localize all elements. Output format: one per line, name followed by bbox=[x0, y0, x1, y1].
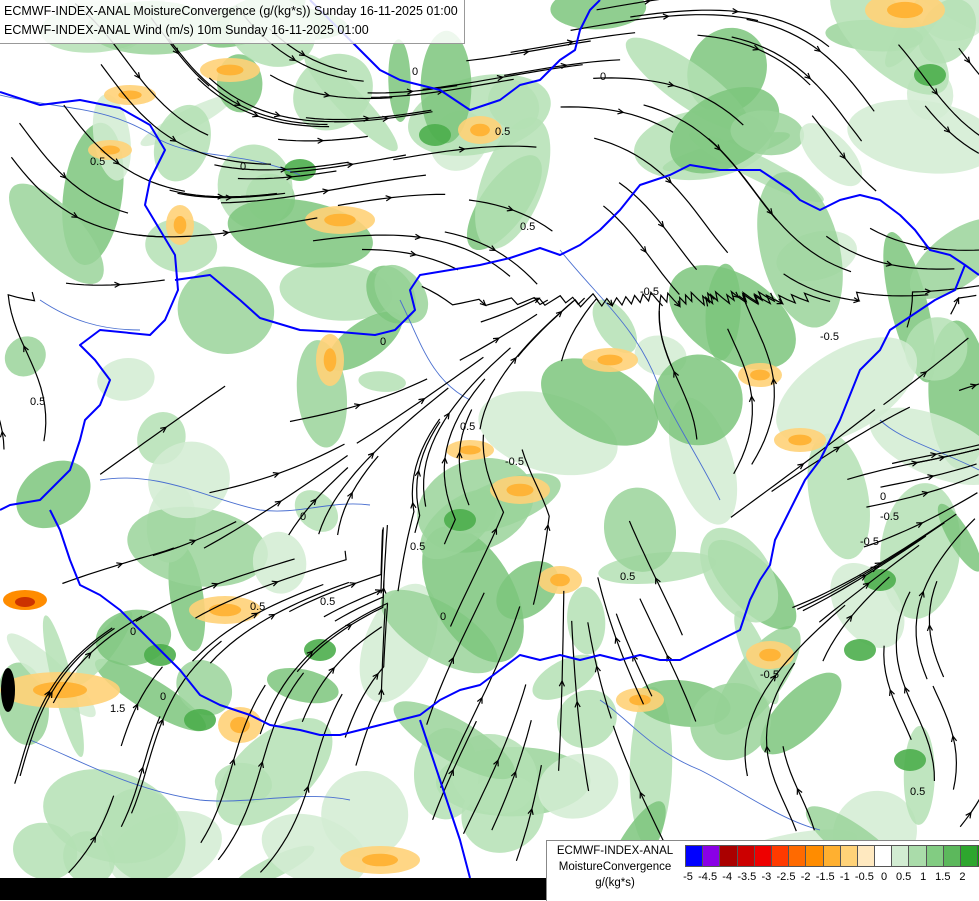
convergence-peak bbox=[864, 569, 896, 591]
divergence-core bbox=[174, 216, 187, 234]
convergence-peak bbox=[184, 709, 216, 731]
convergence-peak bbox=[419, 124, 451, 146]
legend-swatch bbox=[960, 845, 978, 867]
legend-swatch bbox=[737, 845, 755, 867]
legend-swatch bbox=[857, 845, 875, 867]
contour-value-label: 0.5 bbox=[495, 126, 510, 138]
legend-swatches bbox=[685, 845, 979, 867]
contour-value-label: 0.5 bbox=[520, 221, 535, 233]
title-moisture: ECMWF-INDEX-ANAL MoistureConvergence (g/… bbox=[4, 2, 458, 21]
map-canvas[interactable]: 0 0.5 -0.5 1.5 0.5 0 -0.5 0.5 0 0.5 -0.5 0 0.5 0 -0.5 0… bbox=[0, 0, 979, 900]
contour-value-label: 0.5 bbox=[910, 786, 925, 798]
divergence-core bbox=[597, 355, 622, 366]
legend-tick: 2 bbox=[959, 871, 965, 883]
contour-value-label: 0.5 bbox=[90, 156, 105, 168]
legend-tick: -4.5 bbox=[698, 871, 717, 883]
legend-tick: -1.5 bbox=[816, 871, 835, 883]
legend-tick: 0 bbox=[881, 871, 887, 883]
convergence-peak bbox=[144, 644, 176, 666]
legend-swatch bbox=[823, 845, 841, 867]
legend-tick: 1 bbox=[920, 871, 926, 883]
legend-swatch bbox=[754, 845, 772, 867]
divergence-core bbox=[887, 2, 923, 18]
legend-swatch bbox=[685, 845, 703, 867]
contour-value-label: 0 bbox=[300, 511, 306, 523]
divergence-core bbox=[507, 484, 534, 497]
contour-value-label: 0 bbox=[412, 66, 418, 78]
legend-source: ECMWF-INDEX-ANAL bbox=[547, 843, 683, 859]
legend-swatch bbox=[926, 845, 944, 867]
divergence-core bbox=[788, 435, 811, 446]
convergence-peak bbox=[444, 509, 476, 531]
divergence-peak-core bbox=[15, 597, 35, 607]
convergence-peak bbox=[844, 639, 876, 661]
divergence-core bbox=[362, 854, 398, 867]
contour-value-label: 0.5 bbox=[460, 421, 475, 433]
contour-value-label: 0 bbox=[240, 161, 246, 173]
divergence-core bbox=[459, 446, 481, 455]
legend-tick: -2 bbox=[801, 871, 811, 883]
divergence-core bbox=[209, 604, 241, 617]
divergence-core bbox=[759, 649, 781, 662]
color-legend: ECMWF-INDEX-ANAL MoistureConvergence g/(… bbox=[546, 840, 979, 901]
contour-value-label: 0.5 bbox=[250, 601, 265, 613]
contour-value-label: 0.5 bbox=[410, 541, 425, 553]
divergence-core bbox=[750, 370, 770, 381]
convergence-peak bbox=[894, 749, 926, 771]
contour-value-label: 0 bbox=[380, 336, 386, 348]
contour-value-label: -0.5 bbox=[860, 536, 879, 548]
legend-swatch bbox=[908, 845, 926, 867]
contour-value-label: 0 bbox=[160, 691, 166, 703]
legend-swatch bbox=[719, 845, 737, 867]
contour-value-label: 0 bbox=[600, 71, 606, 83]
contour-value-label: 0.5 bbox=[320, 596, 335, 608]
legend-tick: -3.5 bbox=[737, 871, 756, 883]
contour-value-label: -0.5 bbox=[640, 286, 659, 298]
contour-value-label: 1.5 bbox=[110, 703, 125, 715]
divergence-core bbox=[324, 214, 356, 227]
legend-swatch bbox=[840, 845, 858, 867]
convergence-peak bbox=[914, 64, 946, 86]
title-wind: ECMWF-INDEX-ANAL Wind (m/s) 10m Sunday 1… bbox=[4, 21, 458, 40]
divergence-core bbox=[550, 574, 570, 587]
legend-tick: 1.5 bbox=[935, 871, 950, 883]
legend-tick: -0.5 bbox=[855, 871, 874, 883]
divergence-core bbox=[324, 348, 337, 371]
contour-value-label: 0 bbox=[440, 611, 446, 623]
legend-swatch bbox=[805, 845, 823, 867]
legend-swatch bbox=[874, 845, 892, 867]
legend-unit: g/(kg*s) bbox=[547, 875, 683, 891]
contour-value-label: 0.5 bbox=[30, 396, 45, 408]
chart-title-box: ECMWF-INDEX-ANAL MoistureConvergence (g/… bbox=[0, 0, 465, 44]
dark-spot bbox=[1, 668, 15, 712]
contour-value-label: 0 bbox=[880, 491, 886, 503]
divergence-core bbox=[217, 65, 244, 76]
convergence-peak bbox=[304, 639, 336, 661]
legend-tick: -4 bbox=[722, 871, 732, 883]
divergence-core bbox=[100, 146, 120, 155]
legend-tick: -2.5 bbox=[777, 871, 796, 883]
legend-swatch bbox=[771, 845, 789, 867]
legend-tick: 0.5 bbox=[896, 871, 911, 883]
legend-tick: -1 bbox=[840, 871, 850, 883]
contour-value-label: -0.5 bbox=[820, 331, 839, 343]
legend-swatch bbox=[891, 845, 909, 867]
legend-swatch bbox=[943, 845, 961, 867]
contour-value-label: -0.5 bbox=[880, 511, 899, 523]
legend-variable: MoistureConvergence bbox=[547, 859, 683, 875]
contour-value-label: 0 bbox=[130, 626, 136, 638]
contour-value-label: 0.5 bbox=[620, 571, 635, 583]
legend-text: ECMWF-INDEX-ANAL MoistureConvergence g/(… bbox=[547, 843, 683, 891]
legend-swatch bbox=[702, 845, 720, 867]
legend-swatch bbox=[788, 845, 806, 867]
legend-tick: -5 bbox=[683, 871, 693, 883]
legend-ticks: -5 -4.5 -4 -3.5 -3 -2.5 -2 -1.5 -1 -0.5 0 0.5 1 1.5 2 bbox=[680, 871, 979, 887]
contour-value-label: -0.5 bbox=[760, 669, 779, 681]
contour-value-label: -0.5 bbox=[505, 456, 524, 468]
divergence-core bbox=[470, 124, 490, 137]
legend-tick: -3 bbox=[762, 871, 772, 883]
